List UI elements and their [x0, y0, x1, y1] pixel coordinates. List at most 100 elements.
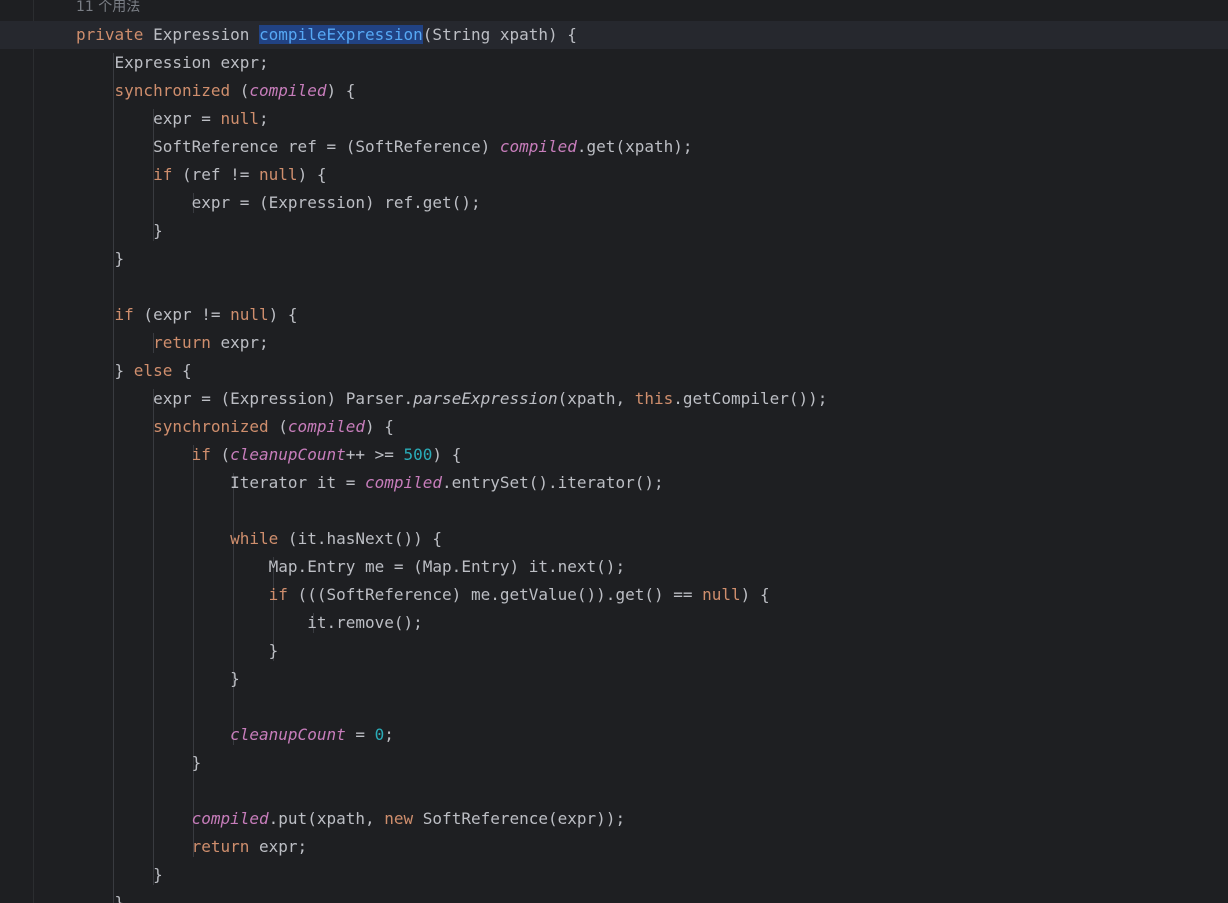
code-line[interactable]: Map.Entry me = (Map.Entry) it.next(); [76, 553, 625, 581]
code-token: .getCompiler()); [673, 389, 828, 408]
code-token: .put(xpath, [268, 809, 385, 828]
code-token: new [384, 809, 414, 828]
code-line[interactable]: } [76, 245, 125, 273]
code-token: synchronized [153, 417, 269, 436]
code-line[interactable]: synchronized (compiled) { [76, 77, 356, 105]
code-token: null [220, 109, 260, 128]
code-line[interactable]: } [76, 749, 202, 777]
code-token: Expression expr; [76, 53, 269, 72]
code-line[interactable]: expr = null; [76, 105, 269, 133]
code-token: ; [259, 109, 269, 128]
code-line[interactable]: Expression expr; [76, 49, 269, 77]
code-token: ++ >= [345, 445, 404, 464]
code-line[interactable]: } [76, 889, 125, 903]
code-token: .get(xpath); [576, 137, 693, 156]
code-token: (((SoftReference) me.getValue()).get() =… [287, 585, 703, 604]
code-token: ) { [326, 81, 356, 100]
code-token: } [76, 221, 163, 240]
code-token: ) { [432, 445, 462, 464]
code-line[interactable]: return expr; [76, 833, 308, 861]
code-line[interactable]: private Expression compileExpression(Str… [76, 21, 577, 49]
code-token: compiled [191, 809, 269, 828]
code-line[interactable]: if (ref != null) { [76, 161, 326, 189]
code-line[interactable]: return expr; [76, 329, 269, 357]
code-token: expr = (Expression) ref.get(); [76, 193, 481, 212]
code-token: synchronized [114, 81, 231, 100]
code-line[interactable]: SoftReference ref = (SoftReference) comp… [76, 133, 693, 161]
code-token: Map.Entry me = (Map.Entry) it.next(); [76, 557, 626, 576]
code-token: null [259, 165, 298, 184]
code-token: (expr != [133, 305, 231, 324]
code-token: while [230, 529, 279, 548]
code-token: ( [210, 445, 231, 464]
code-token: ) { [268, 305, 298, 324]
code-token: compiled [249, 81, 327, 100]
code-token: } [76, 753, 202, 772]
code-token: .entrySet().iterator(); [442, 473, 664, 492]
code-token: (String xpath) { [422, 25, 577, 44]
code-line[interactable]: Iterator it = compiled.entrySet().iterat… [76, 469, 664, 497]
code-token: expr = (Expression) Parser. [76, 389, 414, 408]
code-line[interactable]: cleanupCount = 0; [76, 721, 394, 749]
code-line[interactable]: expr = (Expression) Parser.parseExpressi… [76, 385, 827, 413]
code-token: } [76, 893, 125, 903]
code-token: { [172, 361, 192, 380]
code-line[interactable]: if (((SoftReference) me.getValue()).get(… [76, 581, 770, 609]
code-editor[interactable]: 11 个用法 private Expression compileExpress… [0, 0, 1228, 903]
code-line[interactable]: if (cleanupCount++ >= 500) { [76, 441, 462, 469]
code-line[interactable]: } [76, 665, 240, 693]
code-token: else [133, 361, 173, 380]
method-name-token: compileExpression [259, 25, 423, 44]
code-token: ; [384, 725, 394, 744]
code-line[interactable]: while (it.hasNext()) { [76, 525, 442, 553]
code-line[interactable]: } else { [76, 357, 192, 385]
code-token: compiled [364, 473, 443, 492]
code-token: expr; [210, 333, 269, 352]
code-token: SoftReference(expr)); [413, 809, 626, 828]
code-token: compiled [287, 417, 365, 436]
code-token: cleanupCount [230, 725, 346, 744]
code-token: (xpath, [557, 389, 635, 408]
code-token: expr = [76, 109, 221, 128]
code-token: if [114, 305, 134, 324]
code-line[interactable]: } [76, 861, 163, 889]
code-token: (it.hasNext()) { [278, 529, 443, 548]
code-token: ( [230, 81, 250, 100]
code-token: compiled [499, 137, 577, 156]
code-token: ) { [297, 165, 327, 184]
code-token: ) { [364, 417, 394, 436]
code-line[interactable]: it.remove(); [76, 609, 423, 637]
usages-inlay-hint[interactable]: 11 个用法 [76, 0, 140, 17]
code-token: 500 [403, 445, 433, 464]
code-line[interactable]: compiled.put(xpath, new SoftReference(ex… [76, 805, 625, 833]
code-token: Iterator it = [76, 473, 365, 492]
code-line[interactable]: synchronized (compiled) { [76, 413, 394, 441]
code-token: } [76, 865, 163, 884]
code-token: null [230, 305, 269, 324]
code-token: ( [268, 417, 288, 436]
code-token: ) { [740, 585, 770, 604]
code-line[interactable]: expr = (Expression) ref.get(); [76, 189, 481, 217]
code-token: null [702, 585, 741, 604]
code-token: if [191, 445, 211, 464]
code-token: Expression [143, 25, 260, 44]
code-token: } [76, 641, 279, 660]
code-token: return [153, 333, 211, 352]
code-token: it.remove(); [76, 613, 423, 632]
code-line[interactable]: } [76, 217, 163, 245]
code-line[interactable]: if (expr != null) { [76, 301, 298, 329]
code-line[interactable]: } [76, 637, 279, 665]
code-token: } [76, 249, 125, 268]
code-token: cleanupCount [230, 445, 346, 464]
